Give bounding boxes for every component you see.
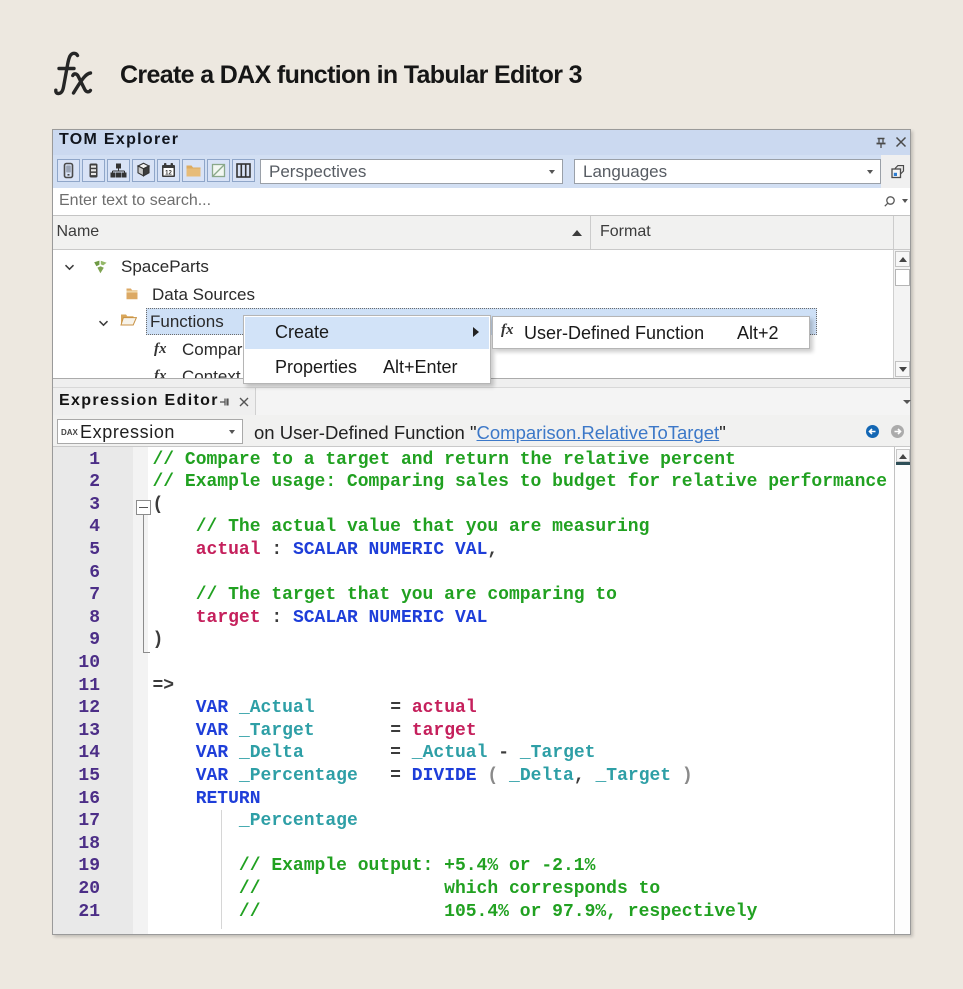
svg-text:12: 12 <box>165 171 172 177</box>
